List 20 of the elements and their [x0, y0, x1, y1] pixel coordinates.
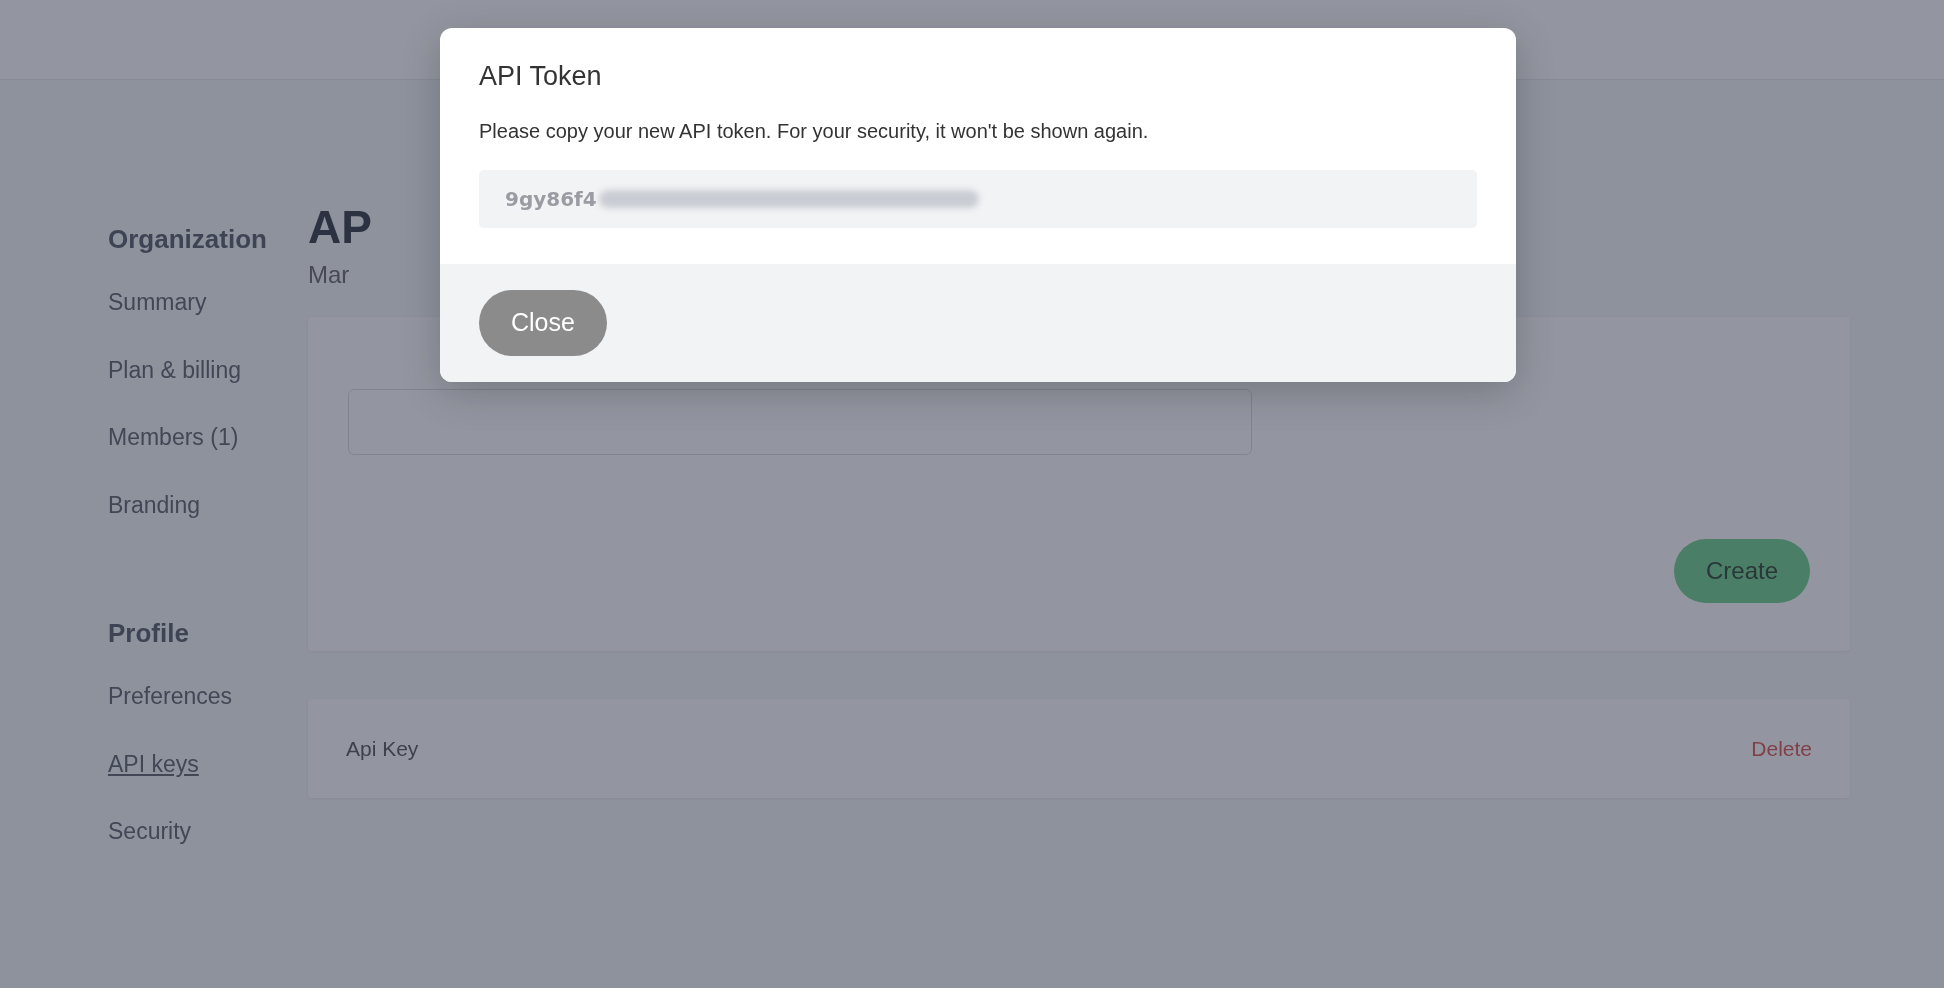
delete-link[interactable]: Delete — [1751, 732, 1812, 765]
close-button[interactable]: Close — [479, 290, 607, 356]
name-input-field[interactable] — [348, 388, 1252, 455]
sidebar-link[interactable]: Security — [108, 814, 290, 849]
token-text: 9gy86f4 — [505, 186, 597, 214]
sidebar-link[interactable]: API keys — [108, 746, 290, 781]
sidebar-link[interactable]: Members (1) — [108, 420, 290, 455]
dialog-title: API Token — [479, 60, 603, 93]
sidebar-section-title: Organization — [108, 223, 268, 256]
sidebar-link[interactable]: Branding — [108, 487, 290, 522]
sidebar-link[interactable]: Preferences — [108, 679, 290, 714]
create-button[interactable]: Create — [1673, 538, 1810, 603]
sidebar-link[interactable]: Summary — [108, 285, 290, 320]
dialog-message: Please copy your new API token. For your security, it won't be shown again. — [479, 119, 1150, 145]
page-subtitle: Mar — [308, 259, 351, 290]
sidebar-link[interactable]: Plan & billing — [108, 352, 290, 387]
token-field[interactable]: 9gy86f4 — [479, 170, 1477, 229]
sidebar-section-title: Profile — [108, 617, 190, 650]
api-key-name: Api Key — [346, 735, 419, 762]
page-title: AP — [308, 202, 373, 253]
